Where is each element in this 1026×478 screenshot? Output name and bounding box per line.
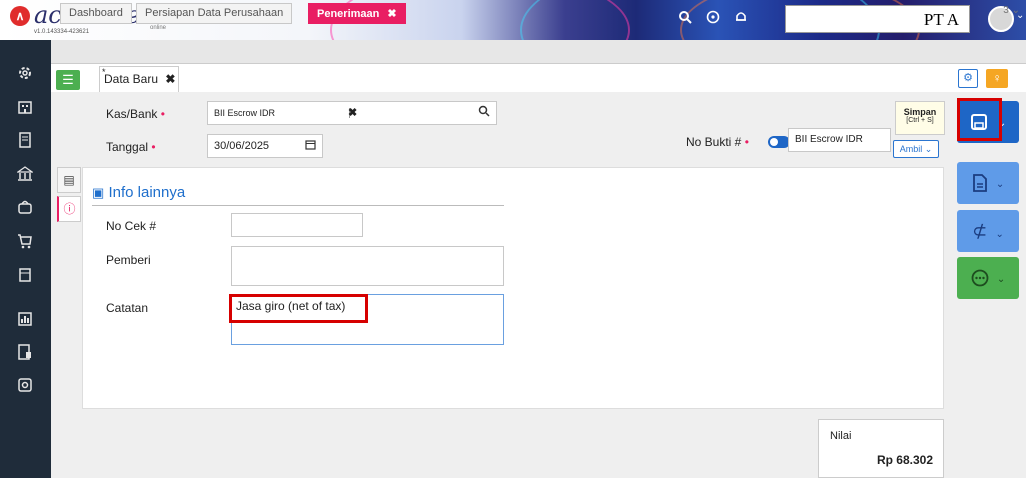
shopping-icon[interactable] (15, 267, 35, 287)
tanggal-input[interactable]: 30/06/2025 (207, 134, 323, 158)
save-tooltip: Simpan [Ctrl + S] (895, 101, 945, 135)
no-bukti-auto-toggle[interactable] (768, 136, 790, 148)
no-bukti-label: No Bukti # • (686, 135, 749, 149)
bank-icon[interactable] (15, 166, 35, 186)
highlight-box (229, 294, 368, 323)
kas-bank-label: Kas/Bank • (106, 107, 165, 121)
tanggal-label: Tanggal • (106, 140, 156, 154)
info-panel-title: ▣ Info lainnya (92, 184, 186, 201)
accurate-logo-icon: ∧ (10, 6, 30, 26)
nilai-value: Rp 68.302 (876, 453, 933, 467)
print-button[interactable]: ⌄ (957, 162, 1019, 204)
unsaved-marker: * (102, 67, 106, 77)
pemberi-label: Pemberi (106, 253, 151, 267)
gear-icon[interactable]: ⚙ (958, 69, 978, 88)
cart-icon[interactable] (15, 233, 35, 253)
tab-label: Persiapan Data Perusahaan (145, 7, 284, 19)
sub-bar (51, 64, 1026, 92)
close-icon[interactable]: ✖ (165, 72, 175, 86)
tanggal-value: 30/06/2025 (214, 140, 270, 152)
ambil-button[interactable]: Ambil ⌄ (893, 140, 939, 158)
building-icon[interactable] (15, 99, 35, 119)
tab-count[interactable]: 3 ⌄ (1003, 5, 1020, 16)
close-icon[interactable]: ✖ (387, 8, 396, 20)
tooltip-title: Simpan (903, 107, 937, 117)
tab-dashboard[interactable]: Dashboard (60, 3, 132, 24)
tab-persiapan-data[interactable]: Persiapan Data Perusahaan (136, 3, 293, 24)
no-cek-label: No Cek # (106, 219, 157, 233)
company-selector[interactable]: PT A (785, 5, 970, 33)
clear-icon[interactable]: ✖ (348, 106, 357, 119)
tooltip-shortcut: [Ctrl + S] (906, 117, 934, 124)
tab-label: Dashboard (69, 7, 123, 19)
search-icon[interactable] (676, 10, 694, 27)
help-icon[interactable] (704, 10, 722, 27)
tab-label: Penerimaan (317, 8, 380, 20)
brand-sub: online (150, 25, 167, 31)
no-cek-input[interactable] (231, 213, 363, 237)
info-icon: ▣ (92, 185, 105, 200)
pemberi-textarea[interactable] (231, 246, 504, 286)
divider (92, 205, 504, 206)
bell-icon[interactable] (732, 10, 750, 27)
calendar-icon[interactable] (305, 139, 316, 153)
search-icon[interactable] (478, 105, 490, 120)
kas-bank-value: BII Escrow IDR (214, 108, 350, 118)
company-name: PT A (923, 10, 959, 29)
nilai-summary: Nilai Rp 68.302 (818, 419, 944, 478)
tab-info-icon[interactable]: ⓘ (57, 196, 81, 222)
nilai-label: Nilai (830, 430, 852, 442)
tab-detail-icon[interactable]: ▤ (57, 167, 81, 193)
lightbulb-icon[interactable]: ♀ (986, 69, 1008, 88)
document-icon[interactable] (15, 132, 35, 152)
doc-tab-data-baru[interactable]: * Data Baru ✖ (99, 66, 179, 92)
chart-icon[interactable] (15, 311, 35, 331)
settings-icon[interactable] (15, 377, 35, 397)
tabs-bar (51, 40, 1026, 64)
bag-icon[interactable] (15, 199, 35, 219)
info-panel (82, 167, 944, 409)
gear-icon[interactable] (15, 65, 35, 85)
no-bukti-input[interactable]: BII Escrow IDR (788, 128, 891, 152)
attachment-button[interactable]: ⊄ ⌄ (957, 210, 1019, 252)
highlight-box (957, 98, 1002, 141)
more-options-button[interactable]: ⌄ (957, 257, 1019, 299)
tab-penerimaan[interactable]: Penerimaan ✖ (308, 3, 406, 24)
doc-tab-label: Data Baru (104, 72, 159, 86)
report-icon[interactable] (15, 344, 35, 364)
no-bukti-value: BII Escrow IDR (795, 134, 863, 145)
kas-bank-input[interactable]: BII Escrow IDR ✖ (207, 101, 497, 125)
paperclip-icon: ⊄ (972, 221, 988, 241)
list-icon[interactable]: ☰ (56, 70, 80, 90)
catatan-label: Catatan (106, 301, 149, 315)
app-version: v1.0.143334-423621 (34, 29, 90, 35)
